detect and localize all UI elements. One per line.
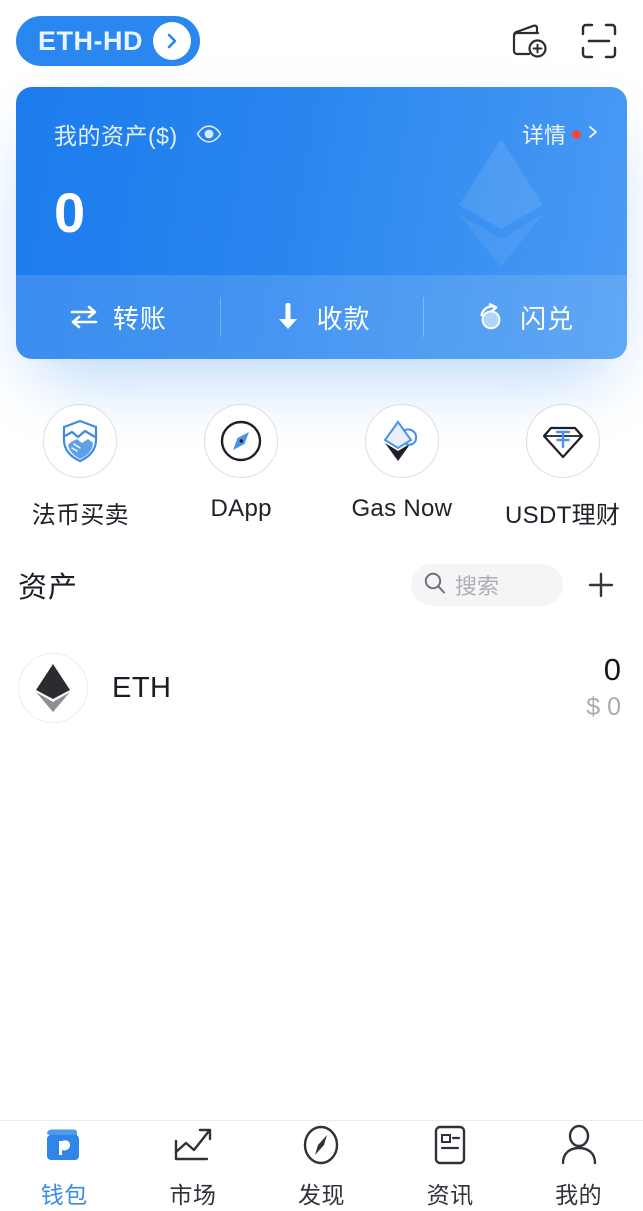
nav-item-wallet[interactable]: 钱包 bbox=[0, 1122, 129, 1210]
wallet-app-screen: ETH-HD 我的资产($) 详情 0 转账 收款 闪兑 法币买卖 DApp G… bbox=[0, 0, 643, 1211]
diamond-yuan-icon bbox=[525, 404, 600, 478]
nav-label: 我的 bbox=[555, 1182, 603, 1208]
transfer-arrows-icon bbox=[69, 302, 99, 332]
detail-link[interactable]: 详情 bbox=[522, 118, 601, 150]
feature-item-dapp[interactable]: DApp bbox=[161, 404, 322, 530]
bottom-navigation-bar: 钱包 市场 发现 资讯 我的 bbox=[0, 1120, 643, 1211]
feature-label: 法币买卖 bbox=[31, 502, 129, 529]
add-asset-button[interactable] bbox=[579, 563, 623, 607]
swap-action-label: 闪兑 bbox=[520, 303, 575, 334]
balance-card: 我的资产($) 详情 0 转账 收款 闪兑 bbox=[16, 87, 627, 359]
card-action-bar: 转账 收款 闪兑 bbox=[16, 275, 627, 359]
wallet-selector-button[interactable]: ETH-HD bbox=[16, 16, 200, 66]
asset-list: ETH 0 $ 0 bbox=[0, 640, 643, 736]
nav-label: 钱包 bbox=[40, 1182, 88, 1208]
nav-item-news[interactable]: 资讯 bbox=[386, 1122, 515, 1210]
add-wallet-icon[interactable] bbox=[507, 19, 551, 63]
feature-item-usdt-finance[interactable]: USDT理财 bbox=[482, 404, 643, 530]
feature-item-fiat-trade[interactable]: 法币买卖 bbox=[0, 404, 161, 530]
market-chart-icon bbox=[170, 1122, 216, 1168]
notification-dot-badge bbox=[572, 129, 581, 139]
transfer-action-button[interactable]: 转账 bbox=[16, 275, 220, 359]
shield-handshake-icon bbox=[43, 404, 118, 478]
wallet-name-label: ETH-HD bbox=[38, 25, 143, 56]
search-input[interactable]: 搜索 bbox=[411, 564, 563, 606]
compass-icon bbox=[204, 404, 279, 478]
balance-label: 我的资产($) bbox=[54, 123, 178, 149]
asset-fiat-value: $ 0 bbox=[586, 692, 621, 721]
nav-label: 发现 bbox=[297, 1182, 345, 1208]
feature-item-gas-now[interactable]: Gas Now bbox=[322, 404, 483, 530]
person-icon bbox=[556, 1122, 602, 1168]
feature-label: Gas Now bbox=[351, 495, 453, 522]
detail-label: 详情 bbox=[521, 123, 566, 148]
nav-item-discover[interactable]: 发现 bbox=[257, 1122, 386, 1210]
table-row[interactable]: ETH 0 $ 0 bbox=[0, 640, 643, 736]
chevron-right-icon bbox=[585, 123, 601, 146]
receive-arrow-down-icon bbox=[273, 302, 303, 332]
nav-label: 市场 bbox=[169, 1182, 217, 1208]
assets-header-actions: 搜索 bbox=[411, 563, 623, 607]
assets-section-header: 资产 搜索 bbox=[0, 554, 643, 616]
asset-symbol: ETH bbox=[112, 671, 172, 704]
search-icon bbox=[423, 571, 447, 600]
balance-label-group: 我的资产($) bbox=[54, 117, 222, 151]
nav-item-profile[interactable]: 我的 bbox=[514, 1122, 643, 1210]
top-bar: ETH-HD bbox=[0, 0, 643, 82]
receive-action-button[interactable]: 收款 bbox=[219, 275, 424, 359]
ethereum-gas-icon bbox=[364, 404, 439, 478]
top-bar-actions bbox=[507, 19, 621, 63]
news-document-icon bbox=[427, 1122, 473, 1168]
swap-action-button[interactable]: 闪兑 bbox=[423, 275, 627, 359]
swap-refresh-icon bbox=[476, 302, 506, 332]
asset-amount: 0 bbox=[603, 652, 621, 688]
eye-visibility-icon[interactable] bbox=[196, 121, 222, 147]
chevron-right-icon bbox=[153, 22, 191, 60]
nav-label: 资讯 bbox=[426, 1182, 474, 1208]
balance-amount: 0 bbox=[54, 181, 87, 244]
transfer-action-label: 转账 bbox=[112, 303, 167, 334]
feature-label: DApp bbox=[210, 495, 272, 522]
asset-values: 0 $ 0 bbox=[586, 654, 621, 722]
ethereum-coin-icon bbox=[18, 653, 88, 723]
feature-label: USDT理财 bbox=[505, 502, 621, 529]
assets-title: 资产 bbox=[18, 572, 79, 604]
balance-card-top: 我的资产($) 详情 0 bbox=[16, 87, 627, 275]
wallet-icon bbox=[41, 1122, 87, 1168]
nav-item-market[interactable]: 市场 bbox=[129, 1122, 258, 1210]
scan-qr-icon[interactable] bbox=[577, 19, 621, 63]
balance-card-header-row: 我的资产($) 详情 bbox=[54, 117, 601, 151]
search-placeholder: 搜索 bbox=[455, 574, 500, 599]
compass-icon bbox=[298, 1122, 344, 1168]
feature-grid: 法币买卖 DApp Gas Now USDT理财 bbox=[0, 404, 643, 530]
receive-action-label: 收款 bbox=[316, 303, 371, 334]
